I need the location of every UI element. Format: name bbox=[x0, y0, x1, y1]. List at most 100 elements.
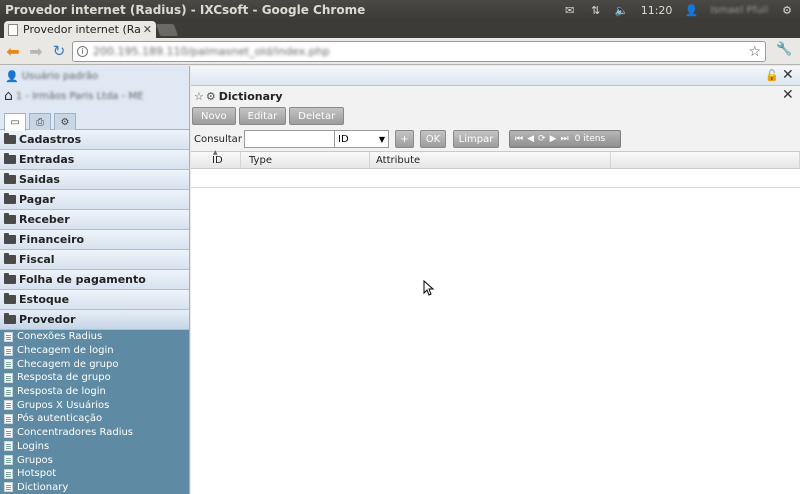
submenu-item[interactable]: Hotspot bbox=[0, 467, 189, 481]
volume-icon[interactable]: 🔈 bbox=[615, 4, 629, 17]
sidebar-item-label: Pagar bbox=[19, 193, 55, 206]
submenu-item[interactable]: Checagem de login bbox=[0, 344, 189, 358]
folder-icon bbox=[4, 313, 16, 324]
sidebar-item-entradas[interactable]: Entradas bbox=[0, 150, 189, 170]
submenu-item[interactable]: Conexões Radius bbox=[0, 330, 189, 344]
browser-tab[interactable]: Provedor internet (Radius ✕ bbox=[4, 21, 156, 38]
submenu-item[interactable]: Checagem de grupo bbox=[0, 357, 189, 371]
sidebar-item-fiscal[interactable]: Fiscal bbox=[0, 250, 189, 270]
main-area: 🔓 ✕ ☆ ⚙ Dictionary ✕ Novo Editar Deletar… bbox=[191, 66, 800, 494]
search-bar: Consultar ID ▼ + OK Limpar ⏮ ◀ ⟳ ▶ ⏭ 0 i… bbox=[191, 127, 800, 151]
folder-icon bbox=[4, 233, 16, 244]
mail-icon[interactable]: ✉ bbox=[563, 4, 577, 17]
close-tab-icon[interactable]: ✕ bbox=[143, 23, 152, 36]
first-page-icon[interactable]: ⏮ bbox=[515, 134, 523, 144]
submenu-item-label: Hotspot bbox=[17, 468, 57, 480]
column-type-label: Type bbox=[249, 154, 272, 166]
document-icon bbox=[4, 482, 13, 493]
page-info-icon[interactable]: i bbox=[77, 46, 88, 57]
folder-icon bbox=[4, 253, 16, 264]
back-arrow-icon[interactable]: ⬅ bbox=[3, 41, 23, 61]
current-company[interactable]: ⌂ 1 - Irmãos Paris Ltda - ME bbox=[0, 86, 189, 106]
session-user[interactable]: Ismael Pfuil bbox=[710, 5, 768, 16]
prev-page-icon[interactable]: ◀ bbox=[527, 134, 534, 144]
sidebar-item-label: Provedor bbox=[19, 313, 76, 326]
clock[interactable]: 11:20 bbox=[641, 4, 673, 17]
close-panel-icon[interactable]: ✕ bbox=[782, 87, 794, 103]
column-type[interactable]: Type bbox=[241, 152, 370, 168]
last-page-icon[interactable]: ⏭ bbox=[561, 134, 569, 144]
submenu-item[interactable]: Grupos bbox=[0, 453, 189, 467]
sidebar-item-estoque[interactable]: Estoque bbox=[0, 290, 189, 310]
next-page-icon[interactable]: ▶ bbox=[550, 134, 557, 144]
submenu-item[interactable]: Pós autenticação bbox=[0, 412, 189, 426]
folder-icon bbox=[4, 273, 16, 284]
settings-icon[interactable]: ⚙ bbox=[206, 90, 216, 103]
reload-icon[interactable]: ↻ bbox=[49, 41, 69, 61]
sidebar-item-saidas[interactable]: Saidas bbox=[0, 170, 189, 190]
document-icon bbox=[4, 359, 13, 370]
favorite-star-icon[interactable]: ☆ bbox=[194, 90, 204, 103]
sidebar-item-receber[interactable]: Receber bbox=[0, 210, 189, 230]
editar-button[interactable]: Editar bbox=[238, 107, 287, 125]
wrench-icon[interactable]: 🔧 bbox=[776, 42, 792, 57]
deletar-button[interactable]: Deletar bbox=[289, 107, 345, 125]
sidebar-item-label: Entradas bbox=[19, 153, 75, 166]
document-icon bbox=[4, 386, 13, 397]
tab-menu[interactable]: ▭ bbox=[4, 113, 26, 131]
os-top-bar: Provedor internet (Radius) - IXCsoft - G… bbox=[0, 0, 800, 20]
submenu-item[interactable]: Logins bbox=[0, 440, 189, 454]
column-attribute[interactable]: Attribute bbox=[370, 152, 611, 168]
document-icon bbox=[4, 372, 13, 383]
sidebar-item-folha-de-pagamento[interactable]: Folha de pagamento bbox=[0, 270, 189, 290]
window-icon: ▭ bbox=[10, 117, 20, 128]
add-filter-button[interactable]: + bbox=[395, 130, 414, 148]
sidebar-item-pagar[interactable]: Pagar bbox=[0, 190, 189, 210]
sidebar-item-label: Cadastros bbox=[19, 133, 82, 146]
ok-button[interactable]: OK bbox=[420, 130, 446, 148]
submenu-item-label: Checagem de login bbox=[17, 345, 114, 357]
search-input[interactable] bbox=[243, 130, 344, 148]
document-icon bbox=[4, 441, 13, 452]
search-field-select[interactable]: ID ▼ bbox=[334, 130, 389, 148]
sidebar-item-label: Fiscal bbox=[19, 253, 55, 266]
unlock-icon[interactable]: 🔓 bbox=[765, 69, 779, 82]
refresh-icon[interactable]: ⟳ bbox=[538, 134, 546, 144]
user-name: Usuário padrão bbox=[21, 70, 99, 82]
current-user: 👤 Usuário padrão bbox=[0, 66, 189, 86]
new-tab-button[interactable] bbox=[155, 24, 179, 36]
sidebar-item-financeiro[interactable]: Financeiro bbox=[0, 230, 189, 250]
menu-list: Cadastros Entradas Saidas Pagar Receber Finan… bbox=[0, 130, 189, 330]
submenu-item[interactable]: Resposta de login bbox=[0, 385, 189, 399]
panel-header: ☆ ⚙ Dictionary ✕ bbox=[191, 87, 800, 105]
power-icon[interactable]: ⚙ bbox=[780, 4, 794, 17]
window-title: Provedor internet (Radius) - IXCsoft - G… bbox=[5, 3, 366, 17]
tab-print[interactable]: ⎙ bbox=[29, 113, 51, 130]
submenu-item[interactable]: Concentradores Radius bbox=[0, 426, 189, 440]
novo-button[interactable]: Novo bbox=[192, 107, 236, 125]
address-bar[interactable]: i 200.195.189.110/palmasnet_old/index.ph… bbox=[72, 41, 766, 62]
folder-icon bbox=[4, 173, 16, 184]
submenu-item-label: Dictionary bbox=[17, 481, 69, 493]
chevron-down-icon: ▼ bbox=[378, 134, 385, 144]
panel-title: Dictionary bbox=[218, 89, 283, 103]
folder-icon bbox=[4, 133, 16, 144]
tab-settings[interactable]: ⚙ bbox=[54, 113, 76, 130]
network-icon[interactable]: ⇅ bbox=[589, 4, 603, 17]
submenu-item[interactable]: Grupos X Usuários bbox=[0, 398, 189, 412]
submenu-item-label: Logins bbox=[17, 440, 50, 452]
close-icon[interactable]: ✕ bbox=[782, 67, 794, 83]
sidebar-item-provedor[interactable]: Provedor bbox=[0, 310, 189, 330]
document-icon bbox=[4, 427, 13, 438]
forward-arrow-icon[interactable]: ➡ bbox=[26, 41, 46, 61]
folder-icon bbox=[4, 293, 16, 304]
sidebar-item-cadastros[interactable]: Cadastros bbox=[0, 130, 189, 150]
submenu-item[interactable]: Dictionary bbox=[0, 481, 189, 494]
document-icon bbox=[4, 455, 13, 466]
url-text[interactable]: 200.195.189.110/palmasnet_old/index.php bbox=[93, 45, 748, 58]
submenu-item-label: Checagem de grupo bbox=[17, 358, 119, 370]
submenu-item[interactable]: Resposta de grupo bbox=[0, 371, 189, 385]
sidebar-item-label: Estoque bbox=[19, 293, 70, 306]
limpar-button[interactable]: Limpar bbox=[453, 130, 499, 148]
bookmark-star-icon[interactable]: ☆ bbox=[748, 44, 765, 60]
